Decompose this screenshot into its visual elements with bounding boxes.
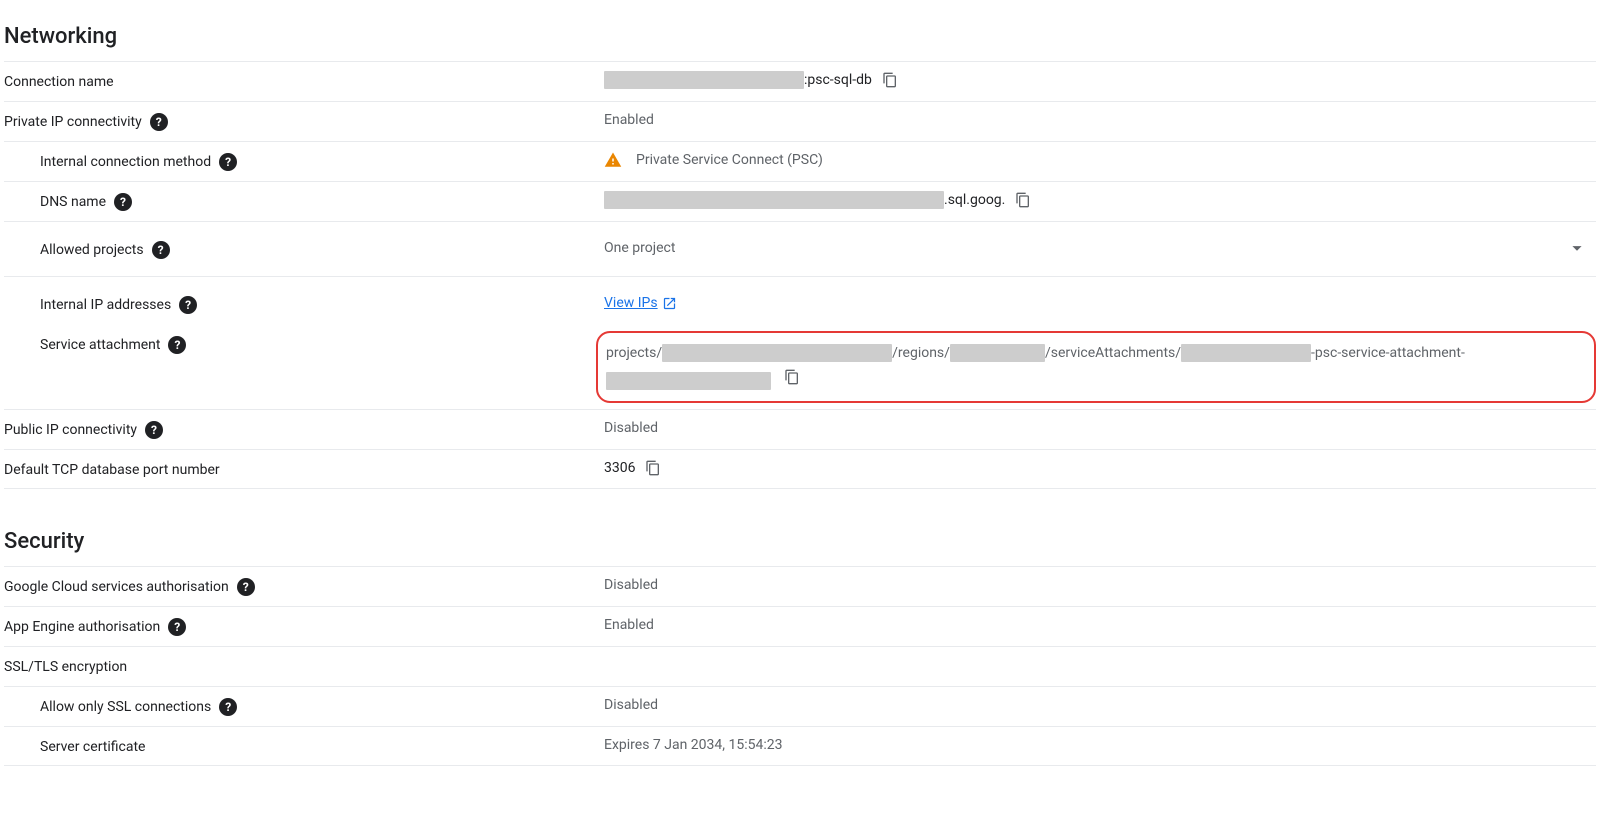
row-server-cert: Server certificate Expires 7 Jan 2034, 1… <box>4 726 1596 766</box>
label-public-ip: Public IP connectivity ? <box>4 418 604 440</box>
help-icon[interactable]: ? <box>114 193 132 211</box>
label-text: Allowed projects <box>40 240 144 260</box>
label-text: Service attachment <box>40 335 160 355</box>
value-internal-ips: View IPs <box>604 293 1596 313</box>
row-gcs-auth: Google Cloud services authorisation ? Di… <box>4 566 1596 606</box>
view-ips-link[interactable]: View IPs <box>604 293 677 313</box>
label-text: Allow only SSL connections <box>40 697 211 717</box>
row-private-ip: Private IP connectivity ? Enabled <box>4 101 1596 141</box>
value-service-attachment: projects/ /regions/ /serviceAttachments/ -p… <box>596 331 1596 403</box>
copy-icon[interactable] <box>645 460 661 476</box>
label-text: Internal IP addresses <box>40 295 171 315</box>
help-icon[interactable]: ? <box>150 113 168 131</box>
redacted-block <box>604 71 804 89</box>
label-text: Default TCP database port number <box>4 460 220 480</box>
redacted-block <box>950 344 1045 362</box>
internal-method-text: Private Service Connect (PSC) <box>636 150 823 170</box>
help-icon[interactable]: ? <box>219 153 237 171</box>
label-allow-only-ssl: Allow only SSL connections ? <box>4 695 604 717</box>
row-internal-ips: Internal IP addresses ? View IPs <box>4 285 1596 325</box>
redacted-block <box>604 191 944 209</box>
label-text: DNS name <box>40 192 106 212</box>
label-internal-method: Internal connection method ? <box>4 150 604 172</box>
redacted-block <box>606 372 771 390</box>
redacted-block <box>1181 344 1311 362</box>
row-ssl-tls: SSL/TLS encryption <box>4 646 1596 686</box>
value-dns-name: .sql.goog. <box>604 190 1596 210</box>
label-text: Private IP connectivity <box>4 112 142 132</box>
service-attachment-value: projects/ /regions/ /serviceAttachments/ -p… <box>606 339 1584 395</box>
help-icon[interactable]: ? <box>152 241 170 259</box>
value-server-cert: Expires 7 Jan 2034, 15:54:23 <box>604 735 1596 755</box>
value-allow-only-ssl: Disabled <box>604 695 1596 715</box>
label-tcp-port: Default TCP database port number <box>4 458 604 480</box>
link-text: View IPs <box>604 293 658 313</box>
sa-part: /regions/ <box>892 345 950 361</box>
help-icon[interactable]: ? <box>168 336 186 354</box>
row-allowed-projects: Allowed projects ? One project <box>4 221 1596 277</box>
label-text: Server certificate <box>40 737 145 757</box>
row-internal-method: Internal connection method ? Private Ser… <box>4 141 1596 181</box>
value-gcs-auth: Disabled <box>604 575 1596 595</box>
help-icon[interactable]: ? <box>179 296 197 314</box>
help-icon[interactable]: ? <box>145 421 163 439</box>
label-app-engine-auth: App Engine authorisation ? <box>4 615 604 637</box>
row-connection-name: Connection name :psc-sql-db <box>4 61 1596 101</box>
label-text: Google Cloud services authorisation <box>4 577 229 597</box>
label-private-ip: Private IP connectivity ? <box>4 110 604 132</box>
section-title-networking: Networking <box>4 24 1596 49</box>
row-service-attachment: Service attachment ? projects/ /regions/ /… <box>4 325 1596 409</box>
row-public-ip: Public IP connectivity ? Disabled <box>4 409 1596 449</box>
help-icon[interactable]: ? <box>237 578 255 596</box>
label-text: Connection name <box>4 72 114 92</box>
warning-icon <box>604 151 622 169</box>
expand-button[interactable] <box>1566 237 1588 259</box>
dns-suffix: .sql.goog. <box>944 190 1005 210</box>
label-connection-name: Connection name <box>4 70 604 92</box>
label-text: App Engine authorisation <box>4 617 160 637</box>
value-app-engine-auth: Enabled <box>604 615 1596 635</box>
label-allowed-projects: Allowed projects ? <box>4 238 604 260</box>
value-public-ip: Disabled <box>604 418 1596 438</box>
label-server-cert: Server certificate <box>4 735 604 757</box>
row-tcp-port: Default TCP database port number 3306 <box>4 449 1596 489</box>
allowed-projects-text: One project <box>604 238 675 258</box>
help-icon[interactable]: ? <box>168 618 186 636</box>
label-text: Public IP connectivity <box>4 420 137 440</box>
copy-icon[interactable] <box>1015 192 1031 208</box>
label-dns-name: DNS name ? <box>4 190 604 212</box>
sa-part: projects/ <box>606 345 662 361</box>
value-connection-name: :psc-sql-db <box>604 70 1596 90</box>
value-internal-method: Private Service Connect (PSC) <box>604 150 1596 170</box>
copy-icon[interactable] <box>882 72 898 88</box>
label-text: SSL/TLS encryption <box>4 657 127 677</box>
sa-part: -psc-service-attachment- <box>1311 345 1465 361</box>
section-title-security: Security <box>4 529 1596 554</box>
value-tcp-port: 3306 <box>604 458 1596 478</box>
label-gcs-auth: Google Cloud services authorisation ? <box>4 575 604 597</box>
row-allow-only-ssl: Allow only SSL connections ? Disabled <box>4 686 1596 726</box>
label-text: Internal connection method <box>40 152 211 172</box>
label-ssl-tls: SSL/TLS encryption <box>4 655 604 677</box>
value-allowed-projects: One project <box>604 238 1596 258</box>
row-app-engine-auth: App Engine authorisation ? Enabled <box>4 606 1596 646</box>
external-link-icon <box>662 296 677 311</box>
label-service-attachment: Service attachment ? <box>4 333 604 355</box>
copy-icon[interactable] <box>784 369 800 385</box>
connection-name-suffix: :psc-sql-db <box>804 70 872 90</box>
row-dns-name: DNS name ? .sql.goog. <box>4 181 1596 221</box>
sa-part: /serviceAttachments/ <box>1045 345 1181 361</box>
redacted-block <box>662 344 892 362</box>
label-internal-ips: Internal IP addresses ? <box>4 293 604 315</box>
port-text: 3306 <box>604 458 635 478</box>
help-icon[interactable]: ? <box>219 698 237 716</box>
value-private-ip: Enabled <box>604 110 1596 130</box>
